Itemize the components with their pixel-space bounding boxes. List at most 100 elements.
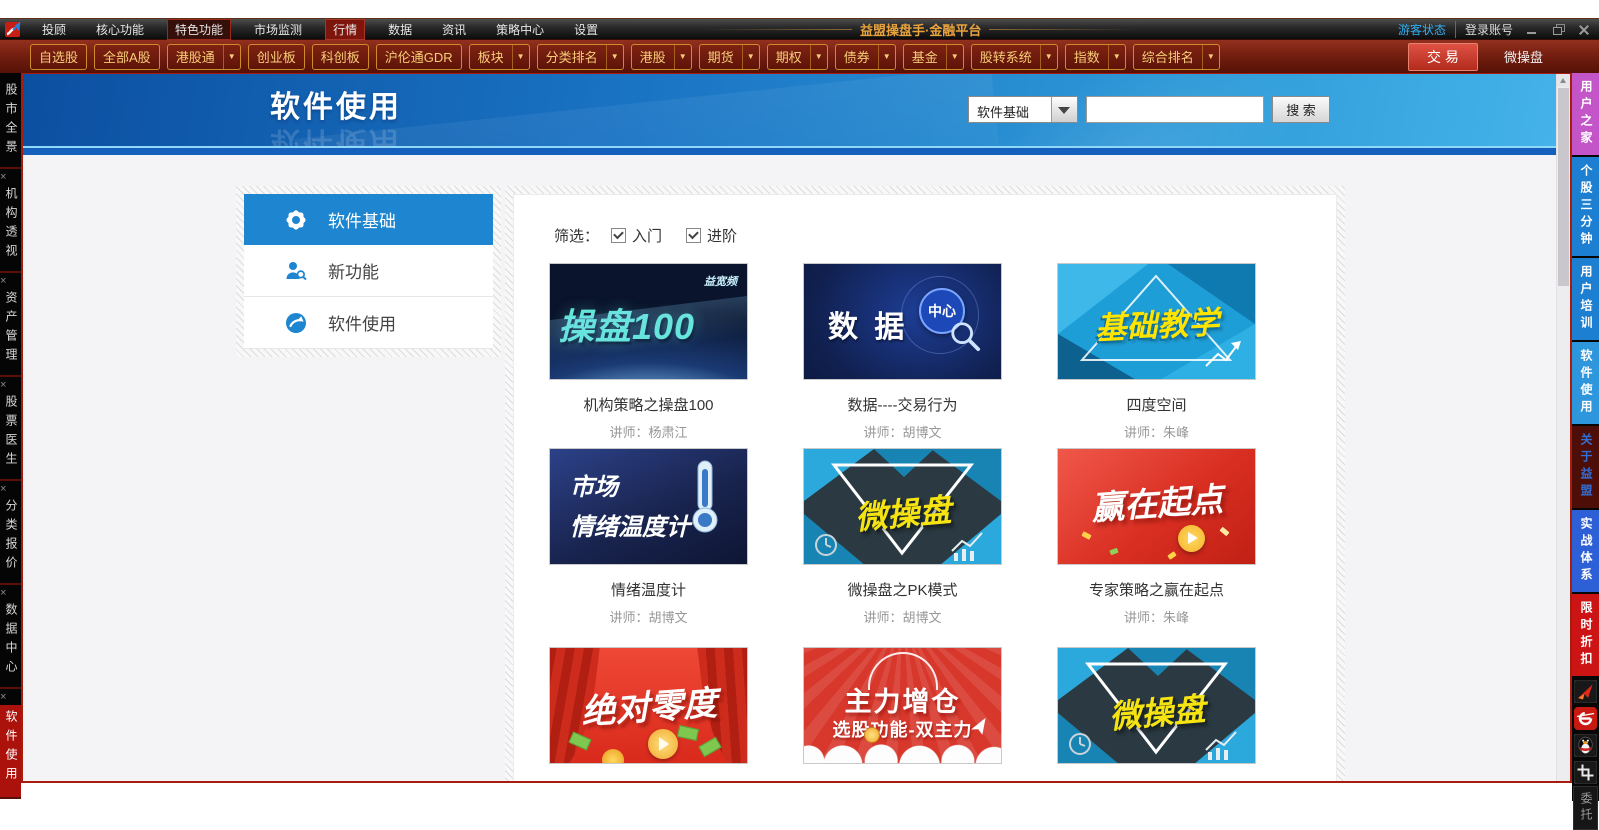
menu-item[interactable]: 特色功能 — [167, 19, 231, 40]
close-icon[interactable]: × — [0, 379, 21, 392]
close-button[interactable] — [1577, 23, 1591, 36]
market-tab-button[interactable]: 沪伦通GDR — [376, 44, 462, 70]
qq-icon[interactable] — [1574, 734, 1597, 757]
trade-button[interactable]: 交 易 — [1408, 43, 1478, 71]
menu-item[interactable]: 行情 — [325, 19, 365, 40]
market-tab-button[interactable]: 期权▼ — [767, 44, 828, 70]
course-banner[interactable]: 微操盘 — [1057, 647, 1256, 764]
dropdown-arrow-icon[interactable]: ▼ — [1108, 45, 1125, 69]
side-menu-item[interactable]: 软件使用 — [244, 297, 493, 349]
dropdown-arrow-icon[interactable]: ▼ — [1202, 45, 1219, 69]
right-sidebar-tab[interactable]: 关于益盟 — [1572, 426, 1599, 508]
close-icon[interactable]: × — [0, 483, 21, 496]
dropdown-arrow-icon[interactable]: ▼ — [512, 45, 529, 69]
close-icon[interactable]: × — [0, 171, 21, 184]
course-card[interactable]: 市场情绪温度计情绪温度计讲师：胡博文 — [549, 448, 748, 626]
course-card[interactable]: 绝对零度 — [549, 647, 748, 764]
menu-item[interactable]: 市场监测 — [247, 20, 309, 39]
chevron-down-icon[interactable] — [1051, 97, 1077, 122]
market-tab-button[interactable]: 指数▼ — [1065, 44, 1126, 70]
menu-item[interactable]: 策略中心 — [489, 20, 551, 39]
course-card[interactable]: 数 据中心数据----交易行为讲师：胡博文 — [803, 263, 1002, 441]
left-sidebar-tab[interactable]: ×资产管理 — [0, 273, 21, 377]
market-tab-button[interactable]: 股转系统▼ — [971, 44, 1058, 70]
market-tab-button[interactable]: 分类排名▼ — [537, 44, 624, 70]
market-tab-button[interactable]: 科创板 — [312, 44, 369, 70]
menu-item[interactable]: 投顾 — [35, 20, 73, 39]
course-banner[interactable]: 主力增仓选股功能-双主力 — [803, 647, 1002, 764]
course-banner[interactable]: 基础教学 — [1057, 263, 1256, 380]
side-menu-item[interactable]: 软件基础 — [244, 194, 493, 245]
course-card[interactable]: 基础教学四度空间讲师：朱峰 — [1057, 263, 1256, 441]
close-icon[interactable]: × — [0, 275, 21, 288]
market-tab-button[interactable]: 板块▼ — [469, 44, 530, 70]
course-banner[interactable]: 微操盘 — [803, 448, 1002, 565]
course-card[interactable]: 赢在起点专家策略之赢在起点讲师：朱峰 — [1057, 448, 1256, 626]
market-tab-button[interactable]: 综合排名▼ — [1133, 44, 1220, 70]
course-card[interactable]: 益宽频操盘100机构策略之操盘100讲师：杨肃江 — [549, 263, 748, 441]
right-sidebar-tab-entrust[interactable]: 委托 — [1573, 786, 1598, 830]
scrollbar-thumb[interactable] — [1558, 88, 1569, 286]
course-card[interactable]: 微操盘 — [1057, 647, 1256, 764]
market-tab-button[interactable]: 港股▼ — [631, 44, 692, 70]
menu-item[interactable]: 数据 — [381, 20, 419, 39]
close-icon[interactable]: × — [0, 691, 21, 704]
market-tab-button[interactable]: 创业板 — [248, 44, 305, 70]
dropdown-arrow-icon[interactable]: ▼ — [878, 45, 895, 69]
right-sidebar-tab[interactable]: 用户培训 — [1572, 258, 1599, 340]
right-sidebar-tab[interactable]: 个股三分钟 — [1572, 157, 1599, 256]
dropdown-arrow-icon[interactable]: ▼ — [674, 45, 691, 69]
scroll-up-icon[interactable] — [1557, 74, 1570, 87]
right-sidebar-tab[interactable]: 软件使用 — [1572, 342, 1599, 424]
right-sidebar-tab[interactable]: 用户之家 — [1572, 73, 1599, 155]
guest-status[interactable]: 游客状态 — [1398, 21, 1446, 38]
minimize-button[interactable] — [1525, 23, 1539, 36]
course-card[interactable]: 主力增仓选股功能-双主力 — [803, 647, 1002, 764]
market-tab-button[interactable]: 基金▼ — [903, 44, 964, 70]
explorer-icon[interactable] — [1574, 707, 1597, 730]
right-sidebar-tab[interactable]: 限时折扣 — [1572, 594, 1599, 676]
menu-item[interactable]: 资讯 — [435, 20, 473, 39]
search-button[interactable]: 搜 索 — [1272, 96, 1330, 123]
close-icon[interactable]: × — [0, 587, 21, 600]
micro-trade-link[interactable]: 微操盘 — [1504, 47, 1543, 66]
filter-checkbox[interactable] — [686, 228, 701, 243]
dropdown-arrow-icon[interactable]: ▼ — [1040, 45, 1057, 69]
course-banner[interactable]: 赢在起点 — [1057, 448, 1256, 565]
market-tab-button[interactable]: 期货▼ — [699, 44, 760, 70]
left-sidebar-tab[interactable]: ×数据中心 — [0, 585, 21, 689]
login-link[interactable]: 登录账号 — [1455, 21, 1513, 38]
dropdown-arrow-icon[interactable]: ▼ — [742, 45, 759, 69]
category-select[interactable]: 软件基础 — [968, 96, 1078, 123]
market-tab-button[interactable]: 全部A股 — [94, 44, 160, 70]
left-sidebar-tab[interactable]: ×软件使用 — [0, 689, 21, 799]
course-banner[interactable]: 市场情绪温度计 — [549, 448, 748, 565]
search-input[interactable] — [1086, 96, 1264, 123]
right-sidebar-tab[interactable]: 实战体系 — [1572, 510, 1599, 592]
capture-icon[interactable] — [1574, 761, 1597, 784]
menu-item[interactable]: 设置 — [567, 20, 605, 39]
left-sidebar-tab[interactable]: ×机构透视 — [0, 169, 21, 273]
market-tab-button[interactable]: 自选股 — [30, 44, 87, 70]
market-tab-button[interactable]: 债券▼ — [835, 44, 896, 70]
course-banner[interactable]: 数 据中心 — [803, 263, 1002, 380]
dropdown-arrow-icon[interactable]: ▼ — [606, 45, 623, 69]
left-sidebar-tab[interactable]: ×股票医生 — [0, 377, 21, 481]
restore-button[interactable] — [1551, 23, 1565, 36]
filter-option[interactable]: 进阶 — [686, 225, 737, 246]
dropdown-arrow-icon[interactable]: ▼ — [223, 45, 240, 69]
filter-option[interactable]: 入门 — [611, 225, 662, 246]
course-banner[interactable]: 益宽频操盘100 — [549, 263, 748, 380]
dropdown-arrow-icon[interactable]: ▼ — [810, 45, 827, 69]
menu-item[interactable]: 核心功能 — [89, 20, 151, 39]
dropdown-arrow-icon[interactable]: ▼ — [946, 45, 963, 69]
course-card[interactable]: 微操盘微操盘之PK模式讲师：胡博文 — [803, 448, 1002, 626]
app-logo-icon[interactable] — [5, 22, 22, 37]
filter-checkbox[interactable] — [611, 228, 626, 243]
left-sidebar-tab[interactable]: 股市全景 — [0, 81, 21, 169]
course-banner[interactable]: 绝对零度 — [549, 647, 748, 764]
left-sidebar-tab[interactable]: ×分类报价 — [0, 481, 21, 585]
rocket-icon[interactable] — [1574, 680, 1597, 703]
market-tab-button[interactable]: 港股通▼ — [167, 44, 241, 70]
side-menu-item[interactable]: 新功能 — [244, 245, 493, 297]
